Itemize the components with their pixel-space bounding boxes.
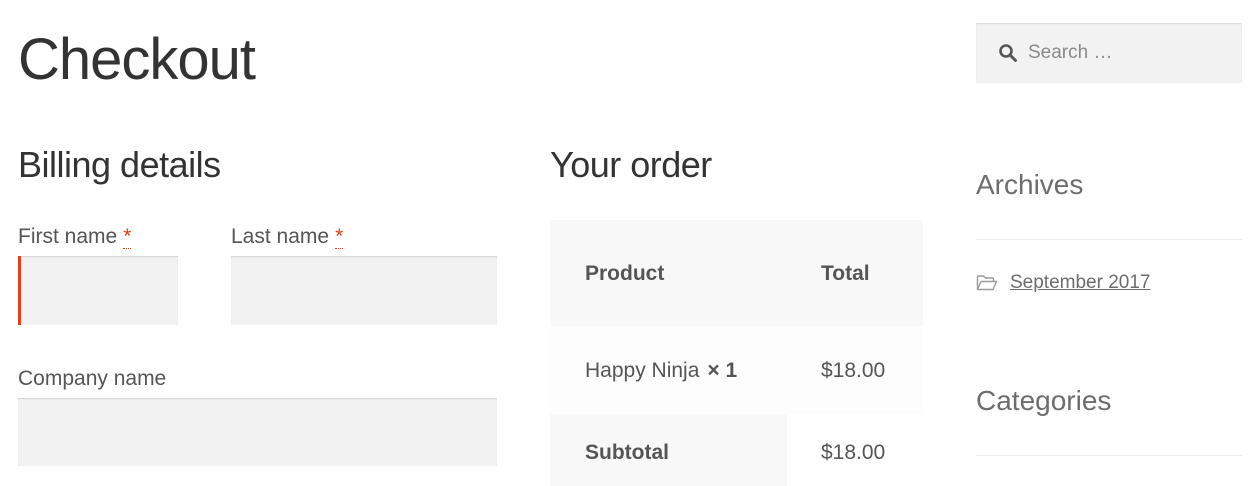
product-name: Happy Ninja	[585, 359, 700, 382]
subtotal-row: Subtotal $18.00	[550, 414, 923, 486]
order-table-header: Product Total	[550, 220, 923, 326]
folder-open-icon	[976, 275, 998, 291]
archive-link-text[interactable]: September 2017	[1010, 272, 1151, 294]
widget-divider	[976, 239, 1242, 240]
archives-widget-title: Archives	[976, 169, 1084, 200]
last-name-label-text: Last name	[231, 225, 330, 248]
archive-item-september-2017[interactable]: September 2017	[976, 272, 1151, 294]
billing-details-heading: Billing details	[18, 144, 221, 185]
company-name-input[interactable]	[18, 398, 497, 466]
order-item-name: Happy Ninja × 1	[585, 358, 737, 383]
order-item-row: Happy Ninja × 1 $18.00	[550, 326, 923, 414]
widget-divider	[976, 455, 1242, 456]
page-title: Checkout	[18, 27, 256, 92]
last-name-label: Last name *	[231, 224, 344, 249]
order-item-total: $18.00	[821, 359, 886, 382]
your-order-heading: Your order	[550, 144, 712, 185]
first-name-label-text: First name	[18, 225, 118, 248]
subtotal-label: Subtotal	[585, 441, 669, 464]
search-icon[interactable]	[998, 43, 1018, 63]
search-input[interactable]	[1028, 23, 1238, 83]
last-name-input[interactable]	[231, 256, 497, 325]
subtotal-value: $18.00	[821, 441, 886, 464]
search-form	[976, 23, 1242, 83]
first-name-input[interactable]	[18, 256, 178, 325]
company-name-label: Company name	[18, 367, 167, 390]
product-column-header: Product	[585, 262, 665, 285]
required-marker: *	[123, 225, 132, 249]
total-column-header: Total	[821, 262, 870, 285]
product-quantity: × 1	[707, 359, 738, 382]
first-name-label: First name *	[18, 224, 132, 249]
categories-widget-title: Categories	[976, 385, 1112, 416]
required-marker: *	[335, 225, 344, 249]
